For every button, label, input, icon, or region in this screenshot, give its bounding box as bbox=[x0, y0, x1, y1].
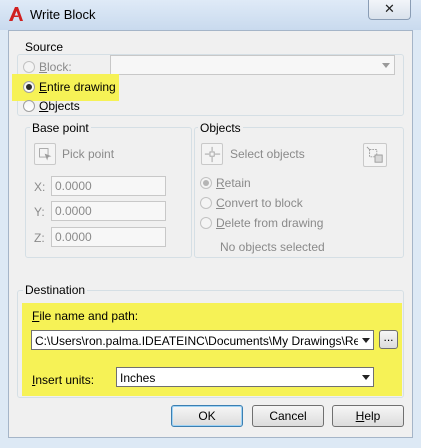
objects-legend: Objects bbox=[198, 121, 243, 135]
help-label-rest: elp bbox=[364, 409, 381, 423]
file-path-combo[interactable]: C:\Users\ron.palma.IDEATEINC\Documents\M… bbox=[31, 330, 374, 350]
autocad-logo-icon bbox=[9, 7, 23, 21]
block-combo bbox=[110, 55, 395, 75]
insert-units-combo[interactable]: Inches bbox=[116, 367, 374, 387]
retain-radio[interactable] bbox=[200, 177, 212, 189]
block-combo-arrow-icon bbox=[382, 63, 390, 68]
delete-from-drawing-label: Delete from drawing bbox=[216, 216, 324, 230]
pick-point-label: Pick point bbox=[62, 147, 115, 161]
pick-point-icon bbox=[39, 148, 52, 161]
file-label-rest: ile name and path: bbox=[39, 309, 139, 323]
destination-legend: Destination bbox=[23, 283, 88, 297]
quick-select-icon bbox=[366, 146, 383, 163]
y-label: Y: bbox=[34, 205, 45, 219]
delete-from-drawing-radio[interactable] bbox=[200, 217, 212, 229]
file-path-label: File name and path: bbox=[32, 309, 139, 323]
close-button[interactable]: ✕ bbox=[368, 0, 411, 20]
block-label-rest: lock: bbox=[47, 60, 72, 74]
insert-units-label: Insert units: bbox=[32, 373, 95, 387]
objects-radio-label[interactable]: Objects bbox=[39, 99, 80, 113]
objects-status: No objects selected bbox=[220, 240, 325, 254]
convert-to-block-label: Convert to block bbox=[216, 196, 303, 210]
objects-radio[interactable] bbox=[23, 100, 35, 112]
block-radio[interactable] bbox=[23, 61, 35, 73]
units-label-rest: nsert units: bbox=[35, 373, 95, 387]
help-button[interactable]: Help bbox=[332, 405, 404, 427]
base-point-legend: Base point bbox=[30, 121, 91, 135]
file-path-chevron-down-icon bbox=[362, 338, 370, 343]
select-objects-icon bbox=[204, 146, 221, 163]
insert-units-chevron-down-icon bbox=[362, 375, 370, 380]
entire-drawing-label[interactable]: Entire drawing bbox=[39, 80, 116, 94]
z-input[interactable]: 0.0000 bbox=[51, 227, 166, 247]
select-objects-button[interactable] bbox=[201, 143, 223, 165]
pick-point-button[interactable] bbox=[34, 143, 56, 165]
cancel-button[interactable]: Cancel bbox=[252, 405, 324, 427]
retain-label-rest: etain bbox=[224, 176, 251, 190]
retain-label: Retain bbox=[216, 176, 251, 190]
z-label: Z: bbox=[34, 231, 45, 245]
select-objects-label: Select objects bbox=[230, 147, 305, 161]
delete-label-rest: elete from drawing bbox=[224, 216, 324, 230]
window-title: Write Block bbox=[30, 7, 96, 22]
convert-to-block-radio[interactable] bbox=[200, 197, 212, 209]
file-path-dropdown[interactable] bbox=[358, 331, 373, 349]
insert-units-value: Inches bbox=[120, 371, 156, 385]
x-input[interactable]: 0.0000 bbox=[51, 176, 166, 196]
entire-drawing-radio[interactable] bbox=[23, 81, 35, 93]
source-legend: Source bbox=[23, 40, 66, 54]
ok-button[interactable]: OK bbox=[171, 405, 243, 427]
convert-label-rest: onvert to block bbox=[224, 196, 303, 210]
block-radio-label: Block: bbox=[39, 60, 72, 74]
file-path-value: C:\Users\ron.palma.IDEATEINC\Documents\M… bbox=[35, 334, 374, 348]
x-label: X: bbox=[34, 180, 46, 194]
entire-label-rest: ntire drawing bbox=[47, 80, 116, 94]
quick-select-button[interactable] bbox=[363, 143, 387, 167]
y-input[interactable]: 0.0000 bbox=[51, 201, 166, 221]
objects-label-rest: bjects bbox=[48, 99, 80, 113]
browse-button[interactable]: ... bbox=[379, 330, 398, 349]
